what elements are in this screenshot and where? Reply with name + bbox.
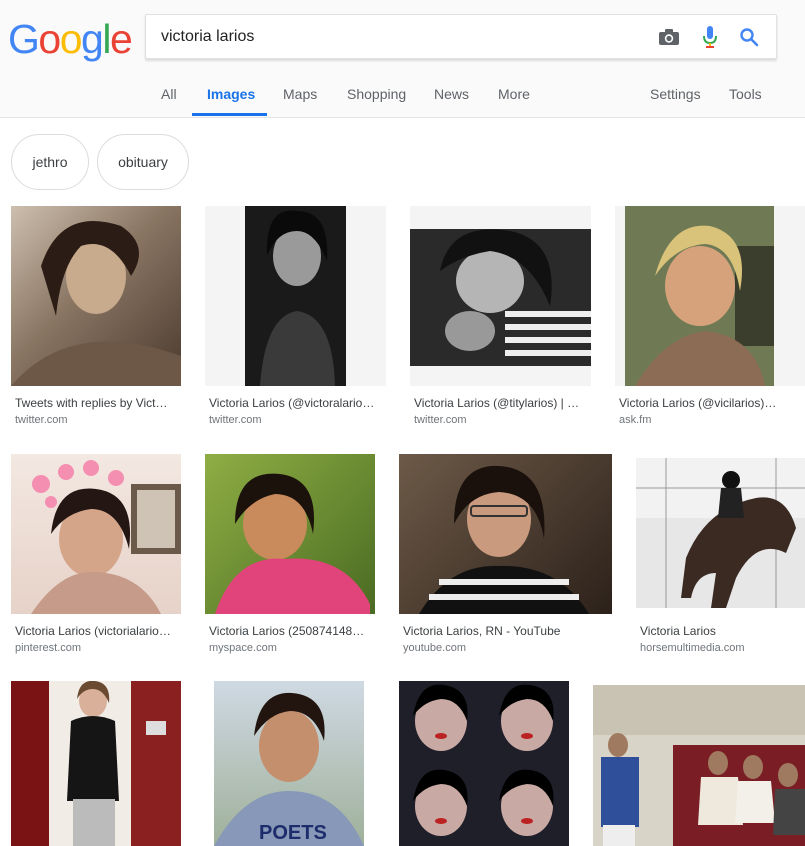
logo-letter: l — [102, 16, 111, 62]
result-thumbnail[interactable] — [410, 206, 591, 386]
result-title: Victoria Larios — [640, 624, 716, 638]
search-input[interactable] — [161, 15, 641, 58]
tab-maps[interactable]: Maps — [283, 86, 317, 102]
chip-obituary[interactable]: obituary — [97, 134, 189, 190]
search-tabs: All Images Maps Shopping News More Setti… — [0, 80, 805, 118]
svg-text:POETS: POETS — [259, 822, 327, 844]
chip-jethro[interactable]: jethro — [11, 134, 89, 190]
result-source: myspace.com — [209, 642, 277, 654]
result-thumbnail[interactable] — [399, 681, 569, 846]
tab-shopping[interactable]: Shopping — [347, 86, 406, 102]
result-source: horsemultimedia.com — [640, 642, 745, 654]
result-source: ask.fm — [619, 414, 652, 426]
google-images-page: Google All Images Maps Shopping News Mor… — [0, 0, 805, 846]
result-title: Victoria Larios, RN - YouTube — [403, 624, 561, 638]
result-thumbnail[interactable] — [593, 685, 805, 846]
result-source: twitter.com — [15, 414, 68, 426]
result-thumbnail[interactable] — [11, 454, 181, 614]
result-source: twitter.com — [414, 414, 467, 426]
result-title: Tweets with replies by Vict… — [15, 396, 168, 410]
result-thumbnail[interactable]: POETS — [214, 681, 364, 846]
result-title: Victoria Larios (@vicilarios)… — [619, 396, 777, 410]
active-tab-indicator — [192, 113, 267, 116]
tab-images[interactable]: Images — [207, 86, 255, 102]
result-thumbnail[interactable] — [636, 458, 805, 608]
result-title: Victoria Larios (victorialario… — [15, 624, 171, 638]
tab-all[interactable]: All — [161, 86, 177, 102]
result-thumbnail[interactable] — [205, 454, 375, 614]
tab-tools[interactable]: Tools — [729, 86, 762, 102]
result-thumbnail[interactable] — [11, 206, 181, 386]
result-source: youtube.com — [403, 642, 466, 654]
camera-icon[interactable] — [657, 25, 681, 49]
search-icon[interactable] — [737, 25, 761, 49]
logo-letter: e — [109, 16, 133, 62]
header: Google All Images Maps Shopping News Mor… — [0, 0, 805, 118]
tab-more[interactable]: More — [498, 86, 530, 102]
tab-settings[interactable]: Settings — [650, 86, 701, 102]
google-logo[interactable]: Google — [8, 16, 133, 62]
result-title: Victoria Larios (@titylarios) | … — [414, 396, 580, 410]
chip-label: obituary — [118, 154, 168, 170]
result-thumbnail[interactable] — [205, 206, 386, 386]
logo-letter: G — [8, 16, 40, 62]
logo-letter: g — [81, 16, 104, 62]
search-box — [145, 14, 777, 59]
result-source: pinterest.com — [15, 642, 82, 654]
result-source: twitter.com — [209, 414, 262, 426]
logo-letter: o — [59, 16, 83, 62]
chip-label: jethro — [32, 154, 68, 170]
tab-news[interactable]: News — [434, 86, 469, 102]
result-thumbnail[interactable] — [615, 206, 805, 386]
result-thumbnail[interactable] — [399, 454, 612, 614]
microphone-icon[interactable] — [698, 25, 722, 49]
result-title: Victoria Larios (@victoralario… — [209, 396, 375, 410]
result-title: Victoria Larios (250874148… — [209, 624, 365, 638]
result-thumbnail[interactable] — [11, 681, 181, 846]
logo-letter: o — [38, 16, 61, 62]
